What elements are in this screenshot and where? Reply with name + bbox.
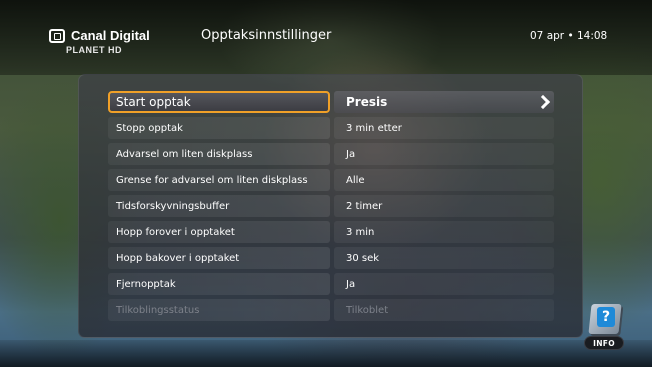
info-widget[interactable]: ? INFO <box>584 304 624 352</box>
setting-row-start-opptak[interactable]: Start opptak Presis <box>79 91 582 113</box>
setting-row-tidsforskyvningsbuffer[interactable]: Tidsforskyvningsbuffer 2 timer <box>79 195 582 217</box>
setting-value[interactable]: Ja <box>334 273 554 295</box>
info-button[interactable]: INFO <box>584 336 624 350</box>
setting-value-text: Presis <box>346 95 388 109</box>
setting-label: Stopp opptak <box>108 117 330 139</box>
settings-panel: Start opptak Presis Stopp opptak 3 min e… <box>78 74 583 338</box>
setting-row-stopp-opptak[interactable]: Stopp opptak 3 min etter <box>79 117 582 139</box>
setting-value[interactable]: 30 sek <box>334 247 554 269</box>
setting-value[interactable]: Ja <box>334 143 554 165</box>
background-bottom-band <box>0 340 652 367</box>
setting-label: Start opptak <box>108 91 330 113</box>
brand-name: Canal Digital <box>71 28 150 43</box>
setting-label: Hopp forover i opptaket <box>108 221 330 243</box>
setting-value[interactable]: 3 min <box>334 221 554 243</box>
setting-value: Tilkoblet <box>334 299 554 321</box>
setting-row-fjernopptak[interactable]: Fjernopptak Ja <box>79 273 582 295</box>
tv-icon <box>49 28 65 43</box>
setting-label: Advarsel om liten diskplass <box>108 143 330 165</box>
setting-value[interactable]: Presis <box>334 91 554 113</box>
setting-row-grense-advarsel[interactable]: Grense for advarsel om liten diskplass A… <box>79 169 582 191</box>
setting-label: Tidsforskyvningsbuffer <box>108 195 330 217</box>
question-mark-icon: ? <box>597 307 615 327</box>
canal-digital-logo: Canal Digital <box>49 28 150 43</box>
setting-value[interactable]: 2 timer <box>334 195 554 217</box>
setting-label: Fjernopptak <box>108 273 330 295</box>
setting-label: Hopp bakover i opptaket <box>108 247 330 269</box>
setting-value[interactable]: Alle <box>334 169 554 191</box>
setting-row-advarsel-diskplass[interactable]: Advarsel om liten diskplass Ja <box>79 143 582 165</box>
setting-label: Grense for advarsel om liten diskplass <box>108 169 330 191</box>
tv-screen: Canal Digital PLANET HD Opptaksinnstilli… <box>0 0 652 367</box>
setting-row-hopp-forover[interactable]: Hopp forover i opptaket 3 min <box>79 221 582 243</box>
setting-value[interactable]: 3 min etter <box>334 117 554 139</box>
setting-row-tilkoblingsstatus: Tilkoblingsstatus Tilkoblet <box>79 299 582 321</box>
page-title: Opptaksinnstillinger <box>201 28 332 43</box>
setting-label: Tilkoblingsstatus <box>108 299 330 321</box>
channel-logo: PLANET HD <box>66 45 122 55</box>
date-time: 07 apr • 14:08 <box>530 30 608 42</box>
setting-row-hopp-bakover[interactable]: Hopp bakover i opptaket 30 sek <box>79 247 582 269</box>
